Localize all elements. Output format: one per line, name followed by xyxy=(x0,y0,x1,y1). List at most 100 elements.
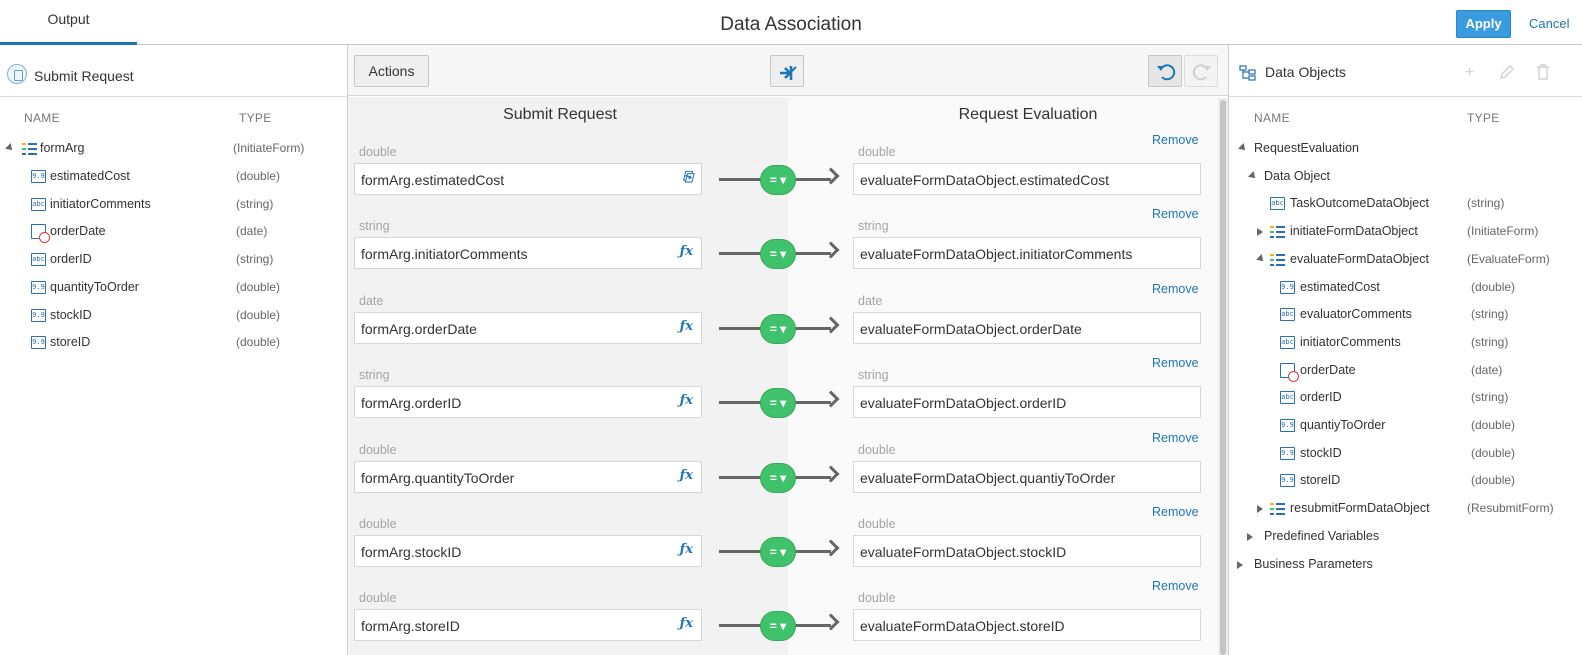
tree-row-orderID[interactable]: abc orderID (string) xyxy=(1229,387,1582,409)
tree-row-label: resubmitFormDataObject xyxy=(1290,501,1430,516)
target-field-text: evaluateFormDataObject.initiatorComments xyxy=(860,246,1133,263)
operator-dropdown[interactable]: = ▾ xyxy=(760,165,796,195)
source-expression-field[interactable]: formArg.quantityToOrder ƒx xyxy=(354,460,702,493)
operator-dropdown[interactable]: = ▾ xyxy=(760,611,796,642)
undo-button[interactable] xyxy=(1148,55,1182,87)
remove-link[interactable]: Remove xyxy=(1152,207,1199,221)
target-field[interactable]: evaluateFormDataObject.stockID xyxy=(853,535,1201,567)
target-field[interactable]: evaluateFormDataObject.quantiyToOrder xyxy=(853,460,1201,493)
source-type-label: string xyxy=(359,368,390,383)
auto-map-button[interactable] xyxy=(770,55,804,87)
collapse-toggle-icon[interactable] xyxy=(1248,170,1258,181)
tree-row-TaskOutcomeDataObject[interactable]: abc TaskOutcomeDataObject (string) xyxy=(1229,193,1582,215)
tree-row-RequestEvaluation[interactable]: RequestEvaluation xyxy=(1229,138,1582,160)
target-field[interactable]: evaluateFormDataObject.orderDate xyxy=(853,311,1201,344)
tree-row-stockID[interactable]: 9.9 stockID (double) xyxy=(1229,443,1582,465)
tree-row-storeID[interactable]: 9.9 storeID (double) xyxy=(0,332,347,354)
tree-row-resubmitFormDataObject[interactable]: resubmitFormDataObject (ResubmitForm) xyxy=(1229,498,1582,520)
tree-row-label: formArg xyxy=(40,141,85,155)
function-fx-icon[interactable]: ƒx xyxy=(680,468,693,483)
expression-builder-icon[interactable]: ⎘ xyxy=(683,170,693,185)
expand-toggle-icon[interactable] xyxy=(1257,505,1263,514)
data-objects-icon xyxy=(1239,65,1256,81)
cancel-button[interactable]: Cancel xyxy=(1529,16,1569,31)
tree-row-estimatedCost[interactable]: 9.9 estimatedCost (double) xyxy=(0,166,347,188)
remove-link[interactable]: Remove xyxy=(1152,356,1199,370)
tree-row-Predefined-Variables[interactable]: Predefined Variables xyxy=(1229,526,1582,548)
tree-row-stockID[interactable]: 9.9 stockID (double) xyxy=(0,305,347,327)
tree-row-initiateFormDataObject[interactable]: initiateFormDataObject (InitiateForm) xyxy=(1229,221,1582,243)
redo-button[interactable] xyxy=(1184,55,1218,87)
scrollbar-thumb[interactable] xyxy=(1220,100,1226,655)
edit-icon[interactable] xyxy=(1499,64,1515,85)
operator-dropdown[interactable]: = ▾ xyxy=(760,239,796,270)
string-icon: abc xyxy=(1280,335,1295,349)
remove-link[interactable]: Remove xyxy=(1152,431,1199,445)
apply-button[interactable]: Apply xyxy=(1456,10,1511,38)
remove-link[interactable]: Remove xyxy=(1152,505,1199,519)
function-fx-icon[interactable]: ƒx xyxy=(680,542,693,557)
source-expression-field[interactable]: formArg.storeID ƒx xyxy=(354,609,702,642)
source-expression-field[interactable]: formArg.orderDate ƒx xyxy=(354,311,702,344)
mapping-connector: = ▾ xyxy=(719,312,840,346)
function-fx-icon[interactable]: ƒx xyxy=(680,244,693,259)
expand-toggle-icon[interactable] xyxy=(1237,560,1243,569)
collapse-toggle-icon[interactable] xyxy=(1238,143,1248,153)
source-type-label: string xyxy=(359,219,390,234)
source-expression-field[interactable]: formArg.initiatorComments ƒx xyxy=(354,237,702,270)
tree-row-orderID[interactable]: abc orderID (string) xyxy=(0,249,347,271)
form-object-icon xyxy=(1270,225,1285,239)
remove-link[interactable]: Remove xyxy=(1152,579,1199,593)
expand-toggle-icon[interactable] xyxy=(1257,228,1263,237)
source-expression-text: formArg.stockID xyxy=(361,544,462,560)
tree-row-type: (string) xyxy=(1467,196,1505,211)
expand-toggle-icon[interactable] xyxy=(1247,532,1253,541)
remove-link[interactable]: Remove xyxy=(1152,133,1199,147)
source-expression-field[interactable]: formArg.stockID ƒx xyxy=(354,535,702,567)
form-object-icon xyxy=(1270,253,1285,266)
tree-row-type: (double) xyxy=(1471,418,1516,432)
tree-row-evaluateFormDataObject[interactable]: evaluateFormDataObject (EvaluateForm) xyxy=(1229,249,1582,271)
expand-toggle-icon[interactable] xyxy=(5,143,15,153)
form-icon xyxy=(7,64,27,84)
column-header-name: NAME xyxy=(1254,111,1290,125)
tree-row-initiatorComments[interactable]: abc initiatorComments (string) xyxy=(0,194,347,216)
tab-output[interactable]: Output xyxy=(0,0,137,45)
arrow-right-icon xyxy=(822,241,840,259)
operator-label: = xyxy=(769,545,777,559)
actions-button[interactable]: Actions xyxy=(354,55,429,87)
tree-row-quantityToOrder[interactable]: 9.9 quantityToOrder (double) xyxy=(0,277,347,299)
tree-row-estimatedCost[interactable]: 9.9 estimatedCost (double) xyxy=(1229,277,1582,299)
remove-link[interactable]: Remove xyxy=(1152,282,1199,296)
tree-row-Business-Parameters[interactable]: Business Parameters xyxy=(1229,554,1582,576)
operator-dropdown[interactable]: = ▾ xyxy=(760,537,796,567)
tree-row-orderDate[interactable]: orderDate (date) xyxy=(1229,360,1582,382)
tree-row-initiatorComments[interactable]: abc initiatorComments (string) xyxy=(1229,332,1582,354)
function-fx-icon[interactable]: ƒx xyxy=(680,616,693,631)
target-field[interactable]: evaluateFormDataObject.storeID xyxy=(853,609,1201,642)
tree-row-orderDate[interactable]: orderDate (date) xyxy=(0,221,347,244)
tree-row-quantiyToOrder[interactable]: 9.9 quantiyToOrder (double) xyxy=(1229,415,1582,437)
operator-dropdown[interactable]: = ▾ xyxy=(760,388,796,419)
data-objects-title: Data Objects xyxy=(1265,64,1346,80)
operator-dropdown[interactable]: = ▾ xyxy=(760,462,796,493)
tree-row-Data-Object[interactable]: Data Object xyxy=(1229,166,1582,188)
tree-row-label: initiatorComments xyxy=(50,196,151,211)
target-field[interactable]: evaluateFormDataObject.orderID xyxy=(853,386,1201,419)
tree-row-formArg[interactable]: formArg (InitiateForm) xyxy=(0,138,347,160)
function-fx-icon[interactable]: ƒx xyxy=(680,393,693,408)
target-field[interactable]: evaluateFormDataObject.estimatedCost xyxy=(853,163,1201,195)
source-expression-field[interactable]: formArg.estimatedCost ⎘ xyxy=(354,163,702,195)
function-fx-icon[interactable]: ƒx xyxy=(680,319,693,334)
mapping-scrollbar[interactable] xyxy=(1218,98,1228,655)
collapse-toggle-icon[interactable] xyxy=(1256,253,1266,264)
source-expression-field[interactable]: formArg.orderID ƒx xyxy=(354,386,702,419)
tree-row-evaluatorComments[interactable]: abc evaluatorComments (string) xyxy=(1229,304,1582,326)
target-field[interactable]: evaluateFormDataObject.initiatorComments xyxy=(853,237,1201,270)
delete-icon[interactable] xyxy=(1536,64,1550,85)
operator-dropdown[interactable]: = ▾ xyxy=(760,313,796,344)
operator-label: = xyxy=(769,247,777,262)
add-icon[interactable]: + xyxy=(1465,64,1474,82)
tree-row-type: (string) xyxy=(1471,307,1509,322)
tree-row-storeID[interactable]: 9.9 storeID (double) xyxy=(1229,470,1582,492)
